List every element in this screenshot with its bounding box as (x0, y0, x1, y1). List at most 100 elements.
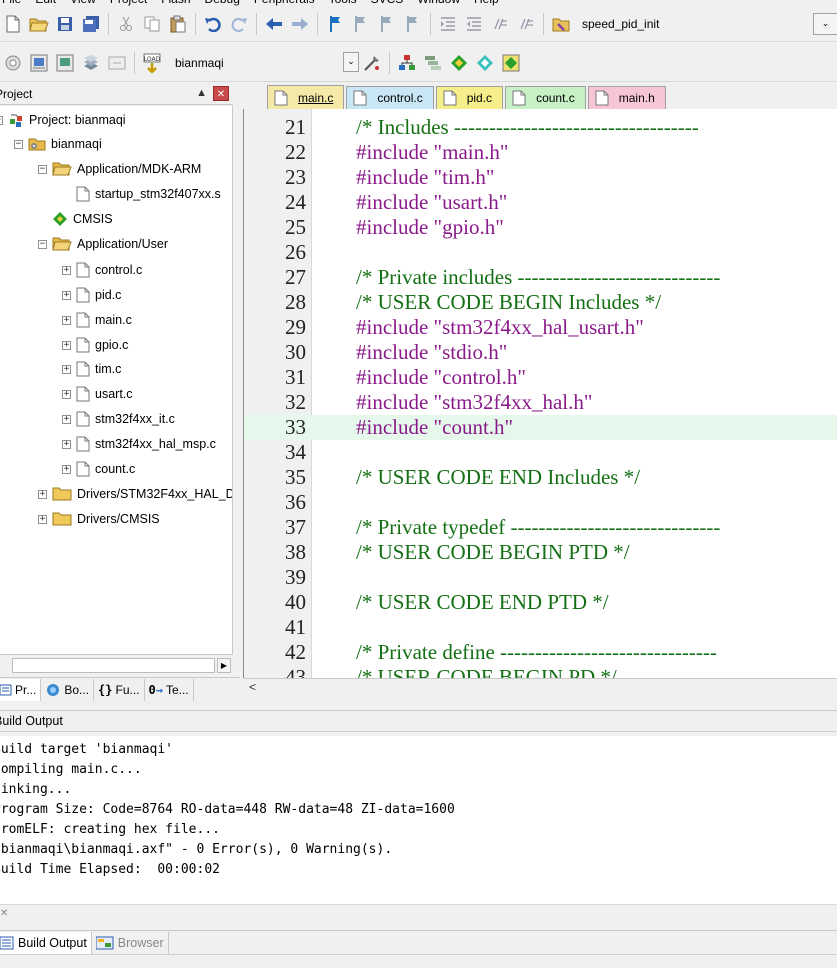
tree-item[interactable]: + pid.c (62, 284, 121, 306)
code-line[interactable]: 42 /* Private define --------------------… (244, 640, 837, 665)
expand-icon[interactable]: + (38, 514, 47, 524)
pin-icon[interactable]: ▲ (196, 87, 207, 99)
tree-item[interactable]: + count.c (62, 458, 135, 480)
target-options-icon[interactable] (361, 52, 383, 74)
navigate-forward-icon[interactable] (289, 13, 311, 35)
clear-bookmarks-icon[interactable] (402, 13, 424, 35)
code-line[interactable]: 33 #include "count.h" (244, 415, 837, 440)
code-line[interactable]: 40 /* USER CODE END PTD */ (244, 590, 837, 615)
scrollbar-track[interactable] (12, 658, 215, 673)
project-tree[interactable]: − Project: bianmaqi − bianmaqi − Application/… (0, 106, 233, 654)
manage-project-items-icon[interactable] (396, 52, 418, 74)
expand-icon[interactable]: + (62, 315, 71, 325)
project-panel-tab[interactable]: {} Fu... (94, 678, 145, 701)
project-tree-scrollbar[interactable]: ▶ (0, 654, 233, 676)
editor-horizontal-scrollbar[interactable]: < (243, 678, 837, 696)
expand-icon[interactable]: + (62, 389, 71, 399)
tree-item[interactable]: + gpio.c (62, 334, 128, 356)
collapse-icon[interactable]: − (38, 239, 47, 249)
code-line[interactable]: 22 #include "main.h" (244, 140, 837, 165)
code-line[interactable]: 29 #include "stm32f4xx_hal_usart.h" (244, 315, 837, 340)
code-line[interactable]: 25 #include "gpio.h" (244, 215, 837, 240)
tree-item[interactable]: + stm32f4xx_it.c (62, 408, 175, 430)
project-panel-tab[interactable]: Pr... (0, 678, 42, 701)
close-panel-button[interactable]: ✕ (213, 86, 229, 101)
target-dropdown-button[interactable]: ⌄ (813, 12, 837, 35)
editor-tab[interactable]: control.c (346, 86, 434, 109)
code-line[interactable]: 26 (244, 240, 837, 265)
navigate-back-icon[interactable] (263, 13, 285, 35)
code-line[interactable]: 21 /* Includes --------------------------… (244, 115, 837, 140)
tree-item[interactable]: CMSIS (38, 208, 113, 230)
paste-icon[interactable] (167, 13, 189, 35)
output-tab[interactable]: Build Output (0, 931, 92, 954)
scroll-left-icon[interactable]: < (249, 680, 256, 694)
code-line[interactable]: 43 /* USER CODE BEGIN PD */ (244, 665, 837, 678)
code-line[interactable]: 24 #include "usart.h" (244, 190, 837, 215)
manage-rte-icon[interactable] (448, 52, 470, 74)
cmsis-zone-icon[interactable] (500, 52, 522, 74)
tree-item[interactable]: + Drivers/STM32F4xx_HAL_Driver (38, 483, 232, 505)
build-output-log[interactable]: Build target 'bianmaqi' compiling main.c.… (0, 736, 837, 904)
expand-icon[interactable]: + (62, 290, 71, 300)
rebuild-icon[interactable] (54, 52, 76, 74)
bookmark-icon[interactable] (324, 13, 346, 35)
copy-icon[interactable] (141, 13, 163, 35)
find-in-files-icon[interactable] (550, 13, 572, 35)
comment-icon[interactable] (489, 13, 511, 35)
code-line[interactable]: 38 /* USER CODE BEGIN PTD */ (244, 540, 837, 565)
open-file-button[interactable] (28, 13, 50, 35)
pack-installer-icon[interactable] (474, 52, 496, 74)
expand-icon[interactable]: + (62, 439, 71, 449)
save-button[interactable] (54, 13, 76, 35)
cut-icon[interactable] (115, 13, 137, 35)
code-line[interactable]: 39 (244, 565, 837, 590)
code-line[interactable]: 31 #include "control.h" (244, 365, 837, 390)
scroll-right-icon[interactable]: ▶ (217, 658, 231, 673)
new-file-button[interactable] (2, 13, 24, 35)
code-line[interactable]: 30 #include "stdio.h" (244, 340, 837, 365)
redo-icon[interactable] (228, 13, 250, 35)
project-target-select[interactable]: bianmaqi ⌄ (169, 51, 359, 74)
code-line[interactable]: 34 (244, 440, 837, 465)
code-line[interactable]: 35 /* USER CODE END Includes */ (244, 465, 837, 490)
project-panel-tab[interactable]: Bo... (41, 678, 95, 701)
expand-icon[interactable]: + (62, 265, 71, 275)
tree-item[interactable]: − Application/User (38, 233, 168, 255)
code-line[interactable]: 32 #include "stm32f4xx_hal.h" (244, 390, 837, 415)
indent-icon[interactable] (437, 13, 459, 35)
expand-icon[interactable]: + (62, 340, 71, 350)
tree-item[interactable]: startup_stm32f407xx.s (62, 183, 221, 205)
expand-icon[interactable]: + (62, 364, 71, 374)
code-line[interactable]: 28 /* USER CODE BEGIN Includes */ (244, 290, 837, 315)
output-tab[interactable]: Browser (92, 931, 169, 954)
tree-item[interactable]: − Project: bianmaqi (0, 109, 126, 131)
tree-item[interactable]: + usart.c (62, 383, 133, 405)
code-line[interactable]: 27 /* Private includes ------------------… (244, 265, 837, 290)
tree-item[interactable]: + tim.c (62, 358, 121, 380)
save-all-button[interactable] (80, 13, 102, 35)
editor-tab[interactable]: pid.c (435, 86, 504, 109)
editor-tab[interactable]: count.c (505, 86, 586, 109)
tree-item[interactable]: + control.c (62, 259, 142, 281)
translate-icon[interactable] (2, 52, 24, 74)
code-line[interactable]: 41 (244, 615, 837, 640)
collapse-icon[interactable]: − (14, 139, 23, 149)
unindent-icon[interactable] (463, 13, 485, 35)
stop-build-icon[interactable] (106, 52, 128, 74)
tree-item[interactable]: − Application/MDK-ARM (38, 158, 201, 180)
expand-icon[interactable]: + (62, 464, 71, 474)
tree-item[interactable]: + main.c (62, 309, 132, 331)
code-editor[interactable]: 21 /* Includes --------------------------… (243, 109, 837, 678)
tree-item[interactable]: − bianmaqi (14, 133, 102, 155)
build-icon[interactable] (28, 52, 50, 74)
select-packs-icon[interactable] (422, 52, 444, 74)
editor-tab[interactable]: main.h (587, 86, 666, 109)
load-flash-icon[interactable]: LOAD (141, 52, 163, 74)
code-line[interactable]: 36 (244, 490, 837, 515)
undo-icon[interactable] (202, 13, 224, 35)
project-panel-tab[interactable]: 0→ Te... (145, 678, 194, 701)
tree-item[interactable]: + stm32f4xx_hal_msp.c (62, 433, 216, 455)
tree-item[interactable]: + Drivers/CMSIS (38, 508, 160, 530)
code-line[interactable]: 37 /* Private typedef -------------------… (244, 515, 837, 540)
